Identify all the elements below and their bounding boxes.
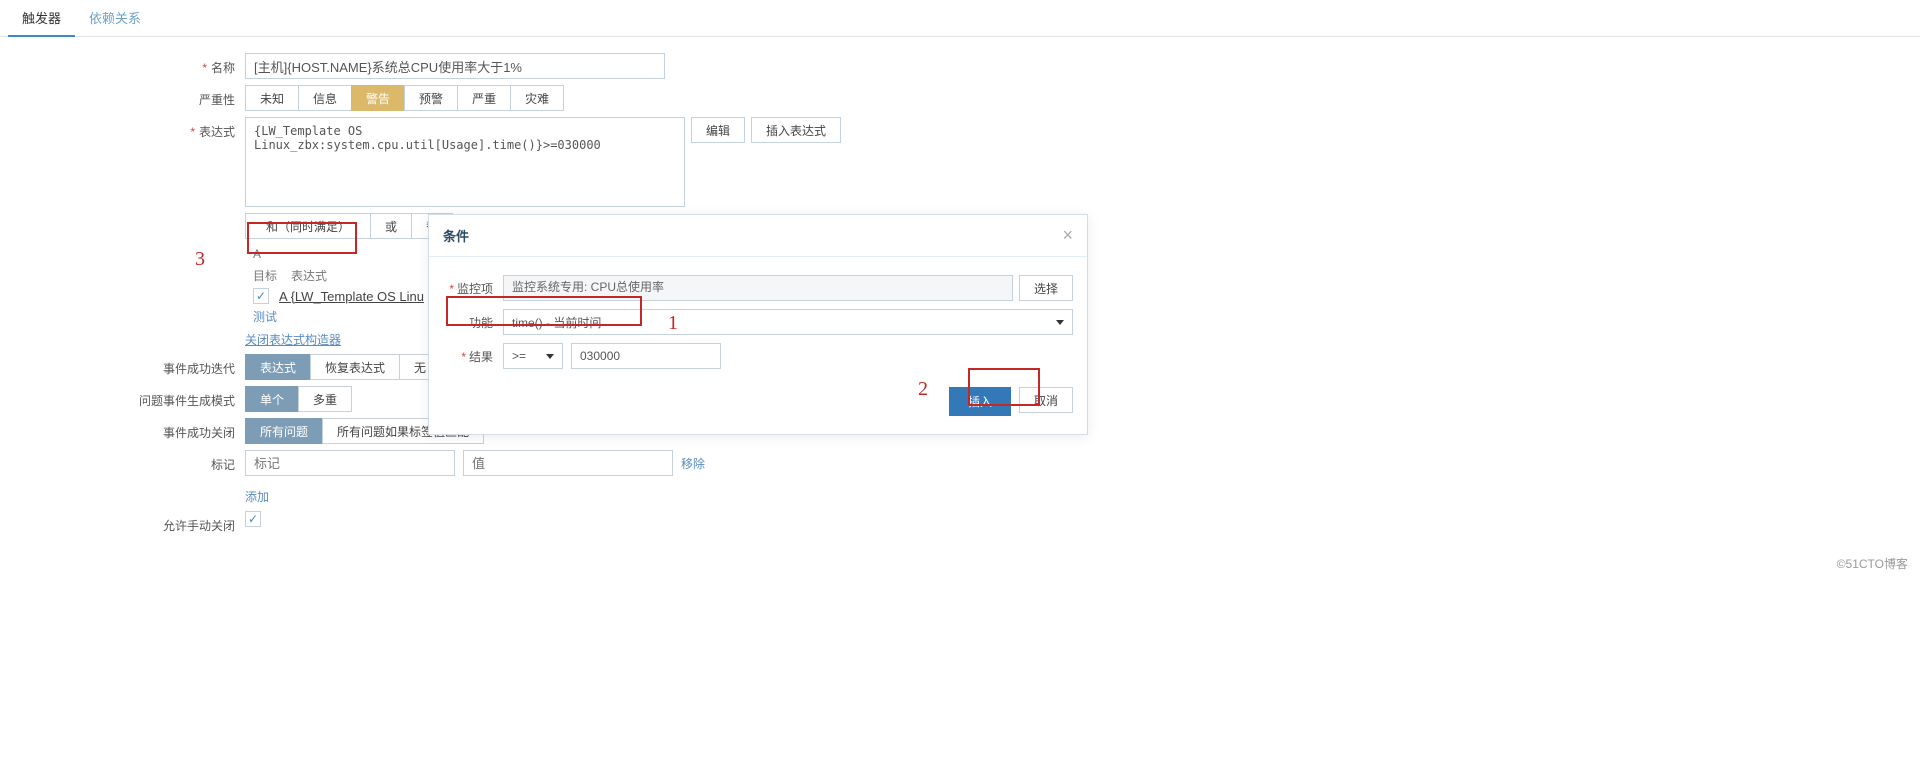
dlg-row-item: 监控项 监控系统专用: CPU总使用率 选择 [443,275,1073,301]
test-link[interactable]: 测试 [253,308,277,325]
sev-unknown[interactable]: 未知 [245,85,299,111]
dlg-op-select[interactable]: >= [503,343,563,369]
watermark: ©51CTO博客 [1837,555,1908,572]
col-expression: 表达式 [291,267,327,284]
dlg-row-func: 功能 time() - 当前时间 [443,309,1073,335]
dlg-op-value: >= [512,349,526,363]
pm-group: 单个 多重 [245,386,352,412]
tag-add-link[interactable]: 添加 [245,488,269,505]
iter-expression[interactable]: 表达式 [245,354,311,380]
row-a-checkbox[interactable]: ✓ [253,288,269,304]
dlg-func-label: 功能 [443,314,493,331]
or-button[interactable]: 或 [370,213,412,239]
dlg-cancel-button[interactable]: 取消 [1019,387,1073,413]
dlg-result-input[interactable] [571,343,721,369]
name-input[interactable] [245,53,665,79]
andor-group: 和（同时满足） 或 替 [245,213,453,239]
dlg-row-result: 结果 >= [443,343,1073,369]
dlg-func-select[interactable]: time() - 当前时间 [503,309,1073,335]
row-tags: 标记 移除 添加 [0,450,1920,505]
allow-close-checkbox[interactable]: ✓ [245,511,261,527]
row-a-text[interactable]: A {LW_Template OS Linu [279,289,424,304]
event-iter-label: 事件成功迭代 [0,354,245,377]
sev-disaster[interactable]: 灾难 [510,85,564,111]
sev-warning[interactable]: 警告 [351,85,405,111]
annot-3: 3 [195,248,205,271]
tag-remove-link[interactable]: 移除 [681,455,705,472]
dlg-item-label: 监控项 [443,280,493,297]
tag-value-input[interactable] [463,450,673,476]
row-severity: 严重性 未知 信息 警告 预警 严重 灾难 [0,85,1920,111]
sev-average[interactable]: 预警 [404,85,458,111]
dlg-select-button[interactable]: 选择 [1019,275,1073,301]
tab-trigger[interactable]: 触发器 [8,0,75,37]
allow-close-label: 允许手动关闭 [0,511,245,534]
letter-a: A [253,247,261,261]
expression-label: 表达式 [0,117,245,140]
col-target: 目标 [253,267,277,284]
row-allow-close: 允许手动关闭 ✓ [0,511,1920,534]
severity-group: 未知 信息 警告 预警 严重 灾难 [245,85,564,111]
dlg-func-value: time() - 当前时间 [512,314,601,331]
sev-info[interactable]: 信息 [298,85,352,111]
and-button[interactable]: 和（同时满足） [245,213,371,239]
annot-1: 1 [668,312,678,335]
condition-dialog: 条件 × 监控项 监控系统专用: CPU总使用率 选择 功能 time() - … [428,214,1088,435]
chevron-down-icon [1056,320,1064,325]
tags-label: 标记 [0,450,245,473]
dlg-result-label: 结果 [443,348,493,365]
tab-bar: 触发器 依赖关系 [0,0,1920,37]
ok-close-label: 事件成功关闭 [0,418,245,441]
iter-recover[interactable]: 恢复表达式 [310,354,400,380]
severity-label: 严重性 [0,85,245,108]
close-builder-link[interactable]: 关闭表达式构造器 [245,331,341,348]
row-name: 名称 [0,53,1920,79]
chevron-down-icon [546,354,554,359]
pm-multi[interactable]: 多重 [298,386,352,412]
edit-button[interactable]: 编辑 [691,117,745,143]
tag-name-input[interactable] [245,450,455,476]
problem-mode-label: 问题事件生成模式 [0,386,245,409]
expression-textarea[interactable]: {LW_Template OS Linux_zbx:system.cpu.uti… [245,117,685,207]
close-icon[interactable]: × [1062,225,1073,246]
okc-all[interactable]: 所有问题 [245,418,323,444]
sev-high[interactable]: 严重 [457,85,511,111]
dialog-title: 条件 [443,226,469,245]
iter-group: 表达式 恢复表达式 无 [245,354,441,380]
dlg-item-value: 监控系统专用: CPU总使用率 [503,275,1013,301]
name-label: 名称 [0,53,245,76]
dlg-insert-button[interactable]: 插入 [949,387,1011,416]
pm-single[interactable]: 单个 [245,386,299,412]
annot-2: 2 [918,378,928,401]
tab-dependencies[interactable]: 依赖关系 [75,0,155,37]
row-expression: 表达式 {LW_Template OS Linux_zbx:system.cpu… [0,117,1920,207]
insert-expression-button[interactable]: 插入表达式 [751,117,841,143]
